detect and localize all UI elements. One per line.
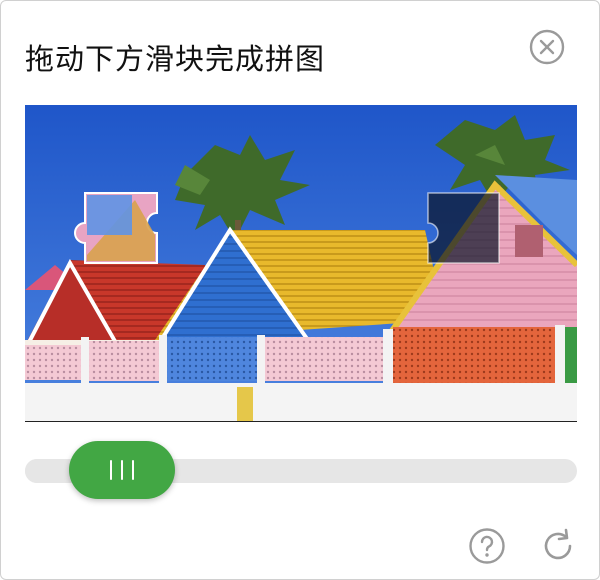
puzzle-piece[interactable]	[74, 192, 158, 264]
grip-icon	[110, 460, 112, 480]
puzzle-image	[25, 105, 577, 422]
captcha-dialog: 拖动下方滑块完成拼图	[0, 0, 600, 580]
dialog-title: 拖动下方滑块完成拼图	[25, 42, 326, 76]
grip-icon	[132, 460, 134, 480]
close-icon[interactable]	[529, 29, 565, 65]
grip-icon	[121, 460, 123, 480]
refresh-icon[interactable]	[539, 527, 577, 565]
puzzle-target-slot	[427, 192, 500, 264]
help-icon[interactable]	[468, 527, 506, 565]
slider-handle[interactable]	[69, 441, 175, 499]
